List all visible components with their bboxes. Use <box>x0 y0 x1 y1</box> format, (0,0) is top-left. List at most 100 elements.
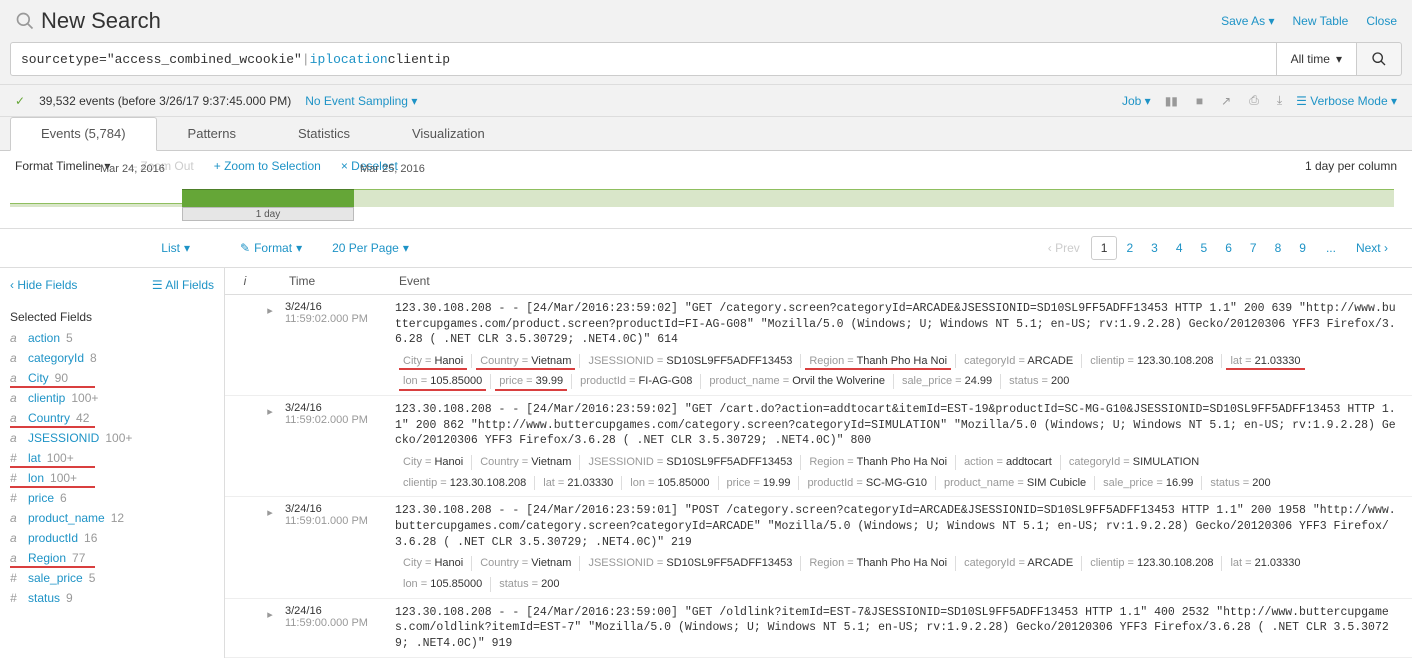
page-2[interactable]: 2 <box>1117 237 1142 259</box>
field-jsessionid[interactable]: aJSESSIONID100+ <box>0 428 224 448</box>
pause-icon[interactable]: ▮▮ <box>1161 92 1182 110</box>
save-as-menu[interactable]: Save As ▾ <box>1221 14 1274 28</box>
kv-lon[interactable]: lon = 105.85000 <box>622 476 718 491</box>
new-table-link[interactable]: New Table <box>1293 14 1349 28</box>
page-1[interactable]: 1 <box>1091 236 1118 260</box>
per-page-menu[interactable]: 20 Per Page ▾ <box>332 241 409 255</box>
event-body[interactable]: 123.30.108.208 - - [24/Mar/2016:23:59:02… <box>395 301 1402 389</box>
kv-Country[interactable]: Country = Vietnam <box>472 556 580 571</box>
kv-status[interactable]: status = 200 <box>1202 476 1278 491</box>
print-icon[interactable]: ⎙ <box>1245 91 1263 110</box>
kv-clientip[interactable]: clientip = 123.30.108.208 <box>1082 354 1222 369</box>
page-8[interactable]: 8 <box>1266 237 1291 259</box>
tab-statistics[interactable]: Statistics <box>267 117 381 150</box>
kv-categoryId[interactable]: categoryId = ARCADE <box>956 556 1082 571</box>
job-menu[interactable]: Job ▾ <box>1122 94 1151 108</box>
kv-productId[interactable]: productId = SC-MG-G10 <box>799 476 936 491</box>
event-body[interactable]: 123.30.108.208 - - [24/Mar/2016:23:59:00… <box>395 605 1402 652</box>
share-icon[interactable]: ↗ <box>1217 92 1235 110</box>
expand-toggle[interactable] <box>255 301 285 389</box>
tab-events[interactable]: Events (5,784) <box>10 117 157 151</box>
page-6[interactable]: 6 <box>1216 237 1241 259</box>
field-product_name[interactable]: aproduct_name12 <box>0 508 224 528</box>
zoom-to-selection-button[interactable]: + Zoom to Selection <box>214 159 321 173</box>
kv-sale_price[interactable]: sale_price = 24.99 <box>894 374 1001 389</box>
col-event[interactable]: Event <box>395 274 1402 288</box>
field-categoryid[interactable]: acategoryId8 <box>0 348 224 368</box>
kv-Country[interactable]: Country = Vietnam <box>472 455 580 470</box>
kv-action[interactable]: action = addtocart <box>956 455 1061 470</box>
kv-Region[interactable]: Region = Thanh Pho Ha Noi <box>801 455 956 470</box>
close-link[interactable]: Close <box>1366 14 1397 28</box>
field-sale_price[interactable]: #sale_price5 <box>0 568 224 588</box>
field-action[interactable]: aaction5 <box>0 328 224 348</box>
col-time[interactable]: Time <box>285 274 395 288</box>
format-timeline-menu[interactable]: Format Timeline ▾ <box>15 159 110 173</box>
event-body[interactable]: 123.30.108.208 - - [24/Mar/2016:23:59:02… <box>395 402 1402 490</box>
kv-lat[interactable]: lat = 21.03330 <box>1222 556 1308 571</box>
kv-price[interactable]: price = 19.99 <box>719 476 800 491</box>
kv-productId[interactable]: productId = FI-AG-G08 <box>572 374 701 389</box>
kv-status[interactable]: status = 200 <box>491 577 567 592</box>
event-sampling-menu[interactable]: No Event Sampling ▾ <box>305 94 417 108</box>
timeline-selection-handle[interactable]: 1 day <box>182 207 354 221</box>
col-info[interactable]: i <box>235 274 255 288</box>
kv-Region[interactable]: Region = Thanh Pho Ha Noi <box>801 556 956 571</box>
kv-lon[interactable]: lon = 105.85000 <box>395 577 491 592</box>
field-city[interactable]: aCity90 <box>0 368 224 388</box>
kv-JSESSIONID[interactable]: JSESSIONID = SD10SL9FF5ADFF13453 <box>580 354 801 369</box>
kv-City[interactable]: City = Hanoi <box>395 556 472 571</box>
kv-product_name[interactable]: product_name = SIM Cubicle <box>936 476 1095 491</box>
kv-clientip[interactable]: clientip = 123.30.108.208 <box>395 476 535 491</box>
field-lat[interactable]: #lat100+ <box>0 448 224 468</box>
page-4[interactable]: 4 <box>1167 237 1192 259</box>
kv-categoryId[interactable]: categoryId = ARCADE <box>956 354 1082 369</box>
field-region[interactable]: aRegion77 <box>0 548 224 568</box>
kv-JSESSIONID[interactable]: JSESSIONID = SD10SL9FF5ADFF13453 <box>580 556 801 571</box>
kv-lat[interactable]: lat = 21.03330 <box>1222 354 1308 369</box>
chevron-right-icon <box>267 607 273 652</box>
hide-fields-link[interactable]: ‹ Hide Fields <box>10 278 77 292</box>
expand-toggle[interactable] <box>255 503 285 591</box>
tab-visualization[interactable]: Visualization <box>381 117 516 150</box>
kv-City[interactable]: City = Hanoi <box>395 354 472 369</box>
field-status[interactable]: #status9 <box>0 588 224 608</box>
kv-City[interactable]: City = Hanoi <box>395 455 472 470</box>
kv-clientip[interactable]: clientip = 123.30.108.208 <box>1082 556 1222 571</box>
kv-lon[interactable]: lon = 105.85000 <box>395 374 491 389</box>
event-body[interactable]: 123.30.108.208 - - [24/Mar/2016:23:59:01… <box>395 503 1402 591</box>
kv-Region[interactable]: Region = Thanh Pho Ha Noi <box>801 354 956 369</box>
page-9[interactable]: 9 <box>1290 237 1315 259</box>
format-menu[interactable]: ✎Format ▾ <box>240 241 302 255</box>
field-clientip[interactable]: aclientip100+ <box>0 388 224 408</box>
timeline[interactable]: Mar 24, 2016 Mar 25, 2016 1 day <box>0 177 1412 229</box>
field-price[interactable]: #price6 <box>0 488 224 508</box>
kv-product_name[interactable]: product_name = Orvil the Wolverine <box>701 374 894 389</box>
field-productid[interactable]: aproductId16 <box>0 528 224 548</box>
kv-JSESSIONID[interactable]: JSESSIONID = SD10SL9FF5ADFF13453 <box>580 455 801 470</box>
page-7[interactable]: 7 <box>1241 237 1266 259</box>
kv-categoryId[interactable]: categoryId = SIMULATION <box>1061 455 1207 470</box>
list-view-menu[interactable]: List ▾ <box>161 241 190 255</box>
next-page[interactable]: Next › <box>1347 237 1397 259</box>
kv-sale_price[interactable]: sale_price = 16.99 <box>1095 476 1202 491</box>
time-range-picker[interactable]: All time▾ <box>1277 42 1357 76</box>
all-fields-link[interactable]: ☰ All Fields <box>152 278 214 292</box>
page-5[interactable]: 5 <box>1192 237 1217 259</box>
prev-page[interactable]: ‹ Prev <box>1039 237 1089 259</box>
tab-patterns[interactable]: Patterns <box>157 117 267 150</box>
kv-lat[interactable]: lat = 21.03330 <box>535 476 622 491</box>
field-lon[interactable]: #lon100+ <box>0 468 224 488</box>
run-search-button[interactable] <box>1357 42 1402 76</box>
kv-Country[interactable]: Country = Vietnam <box>472 354 580 369</box>
download-icon[interactable]: ⤓ <box>1273 91 1286 110</box>
search-input[interactable]: sourcetype="access_combined_wcookie" | i… <box>10 42 1277 76</box>
field-country[interactable]: aCountry42 <box>0 408 224 428</box>
page-3[interactable]: 3 <box>1142 237 1167 259</box>
search-mode-menu[interactable]: ☰ Verbose Mode ▾ <box>1296 94 1397 108</box>
stop-icon[interactable]: ■ <box>1192 92 1207 110</box>
kv-price[interactable]: price = 39.99 <box>491 374 572 389</box>
expand-toggle[interactable] <box>255 402 285 490</box>
kv-status[interactable]: status = 200 <box>1001 374 1077 389</box>
expand-toggle[interactable] <box>255 605 285 652</box>
